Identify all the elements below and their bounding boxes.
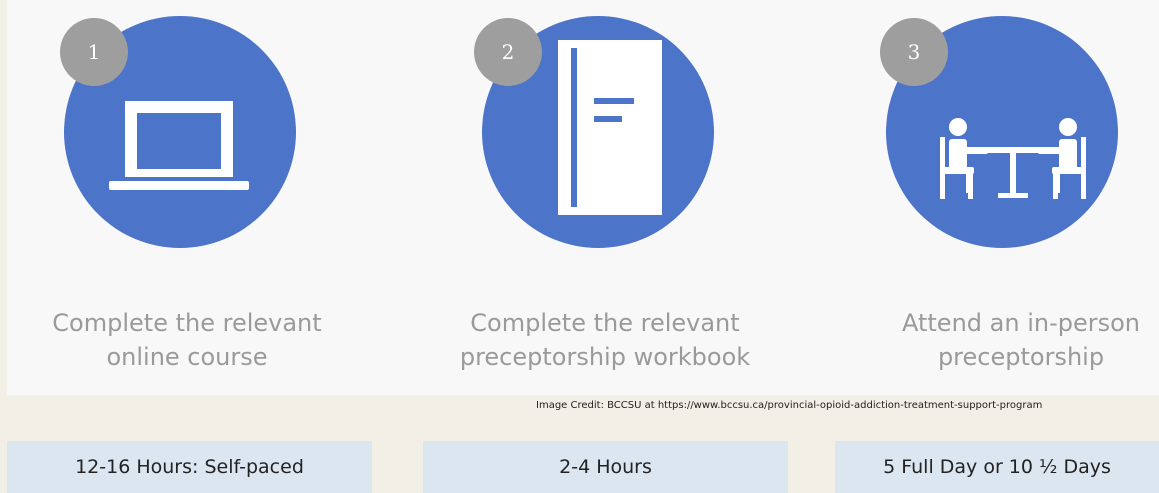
step-3: 3 Attend an in-person preceptorship [821, 0, 1159, 395]
duration-box-3: 5 Full Day or 10 ½ Days [835, 441, 1159, 493]
step-1-badge: 1 [60, 18, 128, 86]
workbook-icon [558, 40, 662, 215]
step-1: 1 Complete the relevant online course [7, 0, 367, 395]
step-3-caption: Attend an in-person preceptorship [841, 306, 1159, 374]
meeting-icon [940, 118, 1086, 199]
step-3-caption-line-2: preceptorship [937, 343, 1105, 371]
step-2-badge: 2 [474, 18, 542, 86]
step-1-caption-line-1: Complete the relevant [52, 309, 322, 337]
duration-box-1: 12-16 Hours: Self-paced [7, 441, 372, 493]
step-1-caption: Complete the relevant online course [7, 306, 367, 374]
step-3-caption-line-1: Attend an in-person [901, 309, 1140, 337]
step-2-caption-line-2: preceptorship workbook [459, 343, 751, 371]
laptop-icon [109, 101, 249, 190]
step-2-caption-line-1: Complete the relevant [470, 309, 740, 337]
steps-panel: 1 Complete the relevant online course 2 … [7, 0, 1159, 395]
image-credit: Image Credit: BCCSU at https://www.bccsu… [536, 400, 1043, 411]
step-3-badge: 3 [880, 18, 948, 86]
duration-box-2: 2-4 Hours [423, 441, 788, 493]
step-1-caption-line-2: online course [106, 343, 268, 371]
step-2-caption: Complete the relevant preceptorship work… [425, 306, 785, 374]
step-2: 2 Complete the relevant preceptorship wo… [425, 0, 785, 395]
